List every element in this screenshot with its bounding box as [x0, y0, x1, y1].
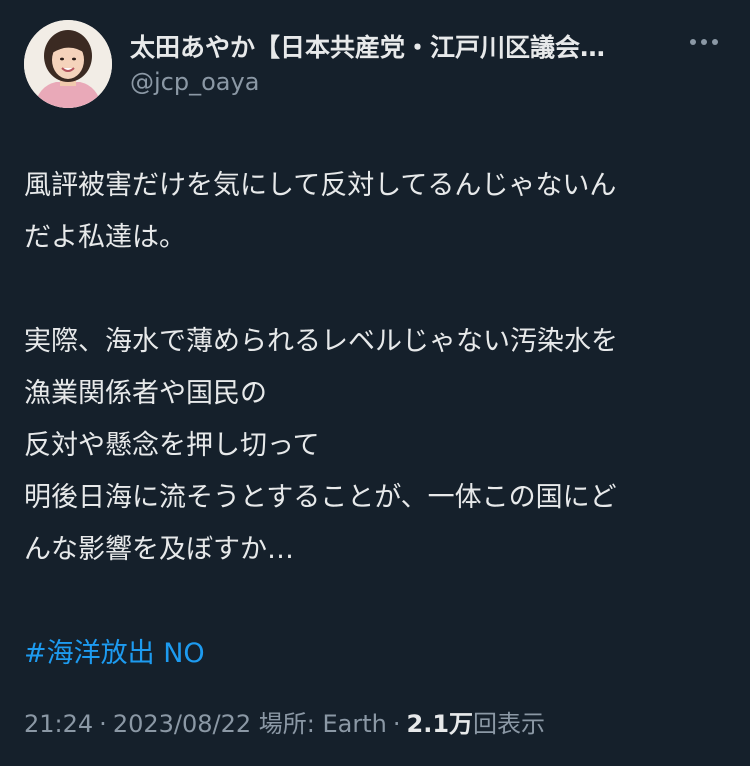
tweet-location: 場所: Earth	[258, 710, 387, 738]
more-horizontal-icon	[690, 39, 718, 45]
view-count: 2.1万	[406, 710, 474, 738]
view-label: 回表示	[473, 710, 546, 738]
avatar-photo	[24, 20, 112, 108]
handle[interactable]: @jcp_oaya	[130, 66, 690, 98]
text-line: 実際、海水で薄められるレベルじゃない汚染水を	[24, 326, 618, 357]
text-line: 明後日海に流そうとすることが、一体この国にど	[24, 482, 617, 513]
text-line: 風評被害だけを気にして反対してるんじゃないん	[24, 170, 617, 201]
text-line: んな影響を及ぼすか…	[24, 534, 294, 565]
tweet-meta: 21:24 · 2023/08/22 場所: Earth · 2.1万回表示	[24, 706, 726, 742]
tweet-header: 太田あやか【日本共産党・江戸川区議会… @jcp_oaya	[24, 20, 726, 108]
tweet-date[interactable]: 2023/08/22	[113, 710, 251, 738]
tweet: 太田あやか【日本共産党・江戸川区議会… @jcp_oaya 風評被害だけを気にし…	[0, 0, 750, 766]
author-info: 太田あやか【日本共産党・江戸川区議会… @jcp_oaya	[130, 32, 690, 98]
separator: ·	[99, 710, 107, 738]
tweet-time[interactable]: 21:24	[24, 710, 93, 738]
hashtag-link[interactable]: #海洋放出 NO	[24, 628, 729, 680]
display-name[interactable]: 太田あやか【日本共産党・江戸川区議会…	[130, 32, 670, 64]
text-line: 漁業関係者や国民の	[24, 378, 267, 409]
text-line-blank	[24, 264, 729, 316]
more-options-button[interactable]	[686, 28, 722, 56]
tweet-text: 風評被害だけを気にして反対してるんじゃないん だよ私達は。 実際、海水で薄められ…	[24, 160, 729, 680]
text-line: 反対や懸念を押し切って	[24, 430, 320, 461]
separator: ·	[392, 710, 401, 738]
text-line: だよ私達は。	[24, 222, 186, 253]
avatar[interactable]	[24, 20, 112, 108]
